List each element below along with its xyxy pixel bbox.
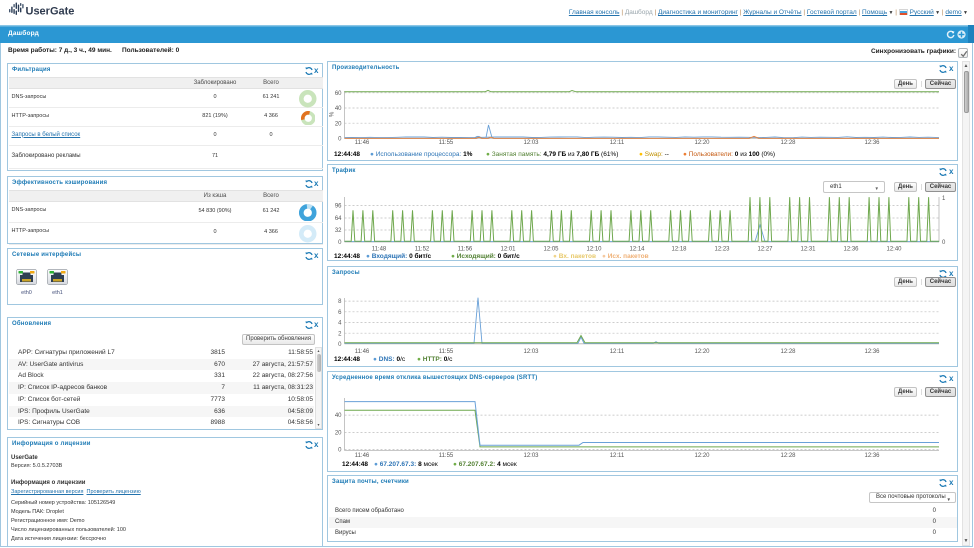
svg-text:64: 64 — [335, 216, 342, 222]
svg-text:12:03: 12:03 — [523, 140, 539, 146]
svg-text:12:05: 12:05 — [543, 247, 559, 253]
svg-text:11:46: 11:46 — [355, 140, 370, 146]
svg-text:%: % — [330, 111, 336, 117]
svg-text:12:03: 12:03 — [523, 453, 539, 459]
svg-text:0: 0 — [338, 240, 342, 246]
svg-text:12:11: 12:11 — [610, 140, 625, 146]
svg-text:11:48: 11:48 — [372, 247, 387, 253]
svg-text:0: 0 — [338, 137, 342, 143]
svg-text:4: 4 — [338, 321, 342, 327]
svg-text:20: 20 — [335, 121, 342, 127]
svg-text:11:56: 11:56 — [458, 247, 473, 253]
svg-text:40: 40 — [335, 413, 342, 419]
svg-text:8: 8 — [338, 299, 342, 305]
svg-text:12:20: 12:20 — [694, 453, 710, 459]
svg-text:11:55: 11:55 — [439, 140, 454, 146]
svg-text:12:36: 12:36 — [864, 453, 880, 459]
svg-text:0: 0 — [338, 448, 342, 454]
svg-text:96: 96 — [335, 204, 342, 210]
svg-text:12:03: 12:03 — [523, 349, 539, 355]
svg-text:12:27: 12:27 — [757, 247, 773, 253]
svg-text:12:11: 12:11 — [610, 453, 625, 459]
svg-text:20: 20 — [335, 431, 342, 437]
svg-text:6: 6 — [338, 310, 342, 316]
svg-text:12:10: 12:10 — [586, 247, 602, 253]
svg-text:12:40: 12:40 — [886, 247, 902, 253]
svg-text:12:36: 12:36 — [864, 140, 880, 146]
svg-text:11:46: 11:46 — [355, 349, 370, 355]
svg-text:60: 60 — [335, 91, 342, 97]
svg-text:11:55: 11:55 — [439, 453, 454, 459]
svg-text:12:28: 12:28 — [780, 453, 796, 459]
svg-text:0: 0 — [338, 342, 342, 348]
svg-text:11:46: 11:46 — [355, 453, 370, 459]
svg-text:0: 0 — [942, 240, 946, 246]
svg-text:2: 2 — [338, 331, 342, 337]
svg-text:12:20: 12:20 — [694, 140, 710, 146]
svg-text:1: 1 — [942, 196, 946, 202]
svg-text:12:28: 12:28 — [780, 140, 796, 146]
svg-text:12:28: 12:28 — [780, 349, 796, 355]
svg-text:40: 40 — [335, 106, 342, 112]
svg-text:12:01: 12:01 — [500, 247, 516, 253]
svg-text:12:14: 12:14 — [629, 247, 645, 253]
svg-text:12:18: 12:18 — [671, 247, 687, 253]
svg-text:12:36: 12:36 — [864, 349, 880, 355]
svg-text:12:20: 12:20 — [694, 349, 710, 355]
svg-text:12:36: 12:36 — [843, 247, 859, 253]
svg-text:11:55: 11:55 — [439, 349, 454, 355]
svg-text:32: 32 — [335, 228, 342, 234]
svg-text:12:31: 12:31 — [800, 247, 816, 253]
svg-text:12:23: 12:23 — [714, 247, 730, 253]
svg-text:11:52: 11:52 — [415, 247, 430, 253]
svg-text:12:11: 12:11 — [610, 349, 625, 355]
